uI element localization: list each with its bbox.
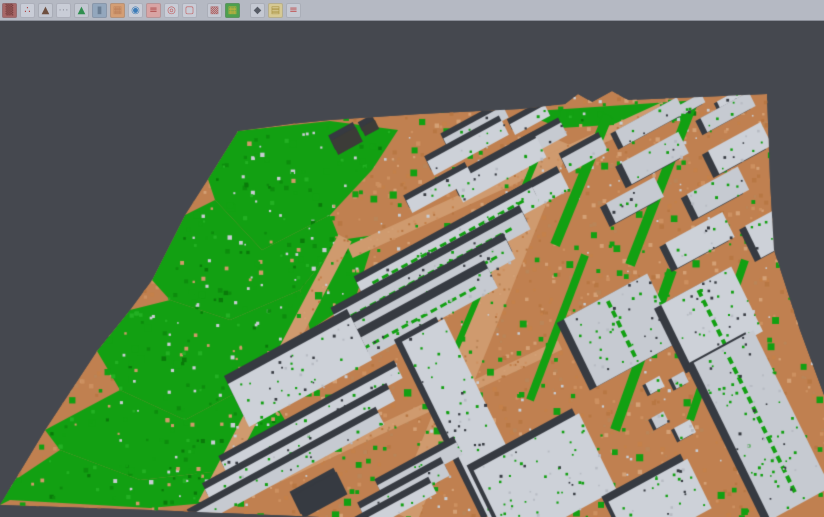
labels-icon[interactable]: ▤ xyxy=(268,3,283,18)
point-cloud-red-icon[interactable]: ▒ xyxy=(2,3,17,18)
points-multicolor-icon[interactable]: ∴ xyxy=(20,3,35,18)
toolbar: ▒∴▲⋯▲▮▦◉≡◎▢▩▦◆▤≡ xyxy=(0,0,824,21)
circle-select-icon[interactable]: ◎ xyxy=(164,3,179,18)
strips-red-icon[interactable]: ≡ xyxy=(286,3,301,18)
classification-icon[interactable]: ▦ xyxy=(225,3,240,18)
3d-viewport[interactable] xyxy=(0,22,824,517)
terrain-green-icon[interactable]: ▲ xyxy=(74,3,89,18)
crop-icon[interactable]: ▩ xyxy=(207,3,222,18)
marquee-select-icon[interactable]: ▢ xyxy=(182,3,197,18)
globe-icon[interactable]: ◉ xyxy=(128,3,143,18)
panel-blue-icon[interactable]: ▮ xyxy=(92,3,107,18)
mesh-icon[interactable]: ◆ xyxy=(250,3,265,18)
points-sparse-icon[interactable]: ⋯ xyxy=(56,3,71,18)
point-cloud-scene[interactable] xyxy=(0,22,824,517)
profile-lines-icon[interactable]: ≡ xyxy=(146,3,161,18)
orthophoto-icon[interactable]: ▦ xyxy=(110,3,125,18)
terrain-brown-icon[interactable]: ▲ xyxy=(38,3,53,18)
